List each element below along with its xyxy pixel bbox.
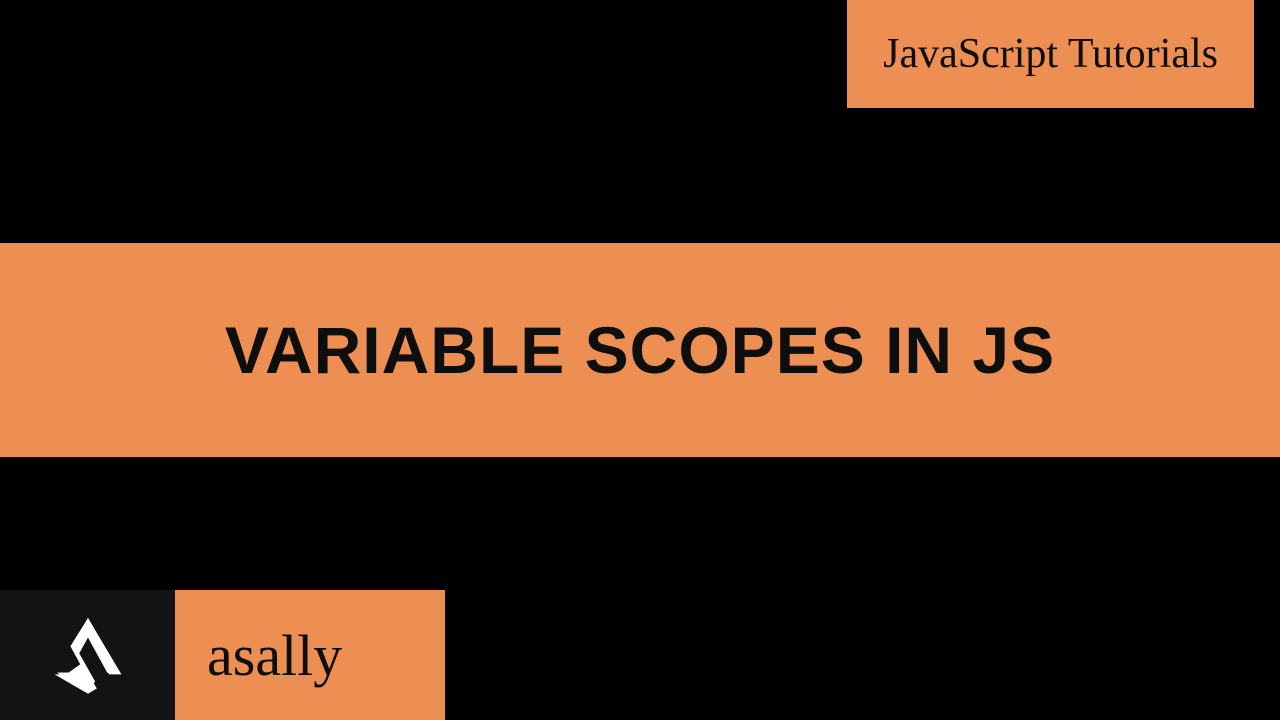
brand-logo-icon <box>44 611 132 699</box>
title-bar: VARIABLE SCOPES IN JS <box>0 243 1280 457</box>
brand-badge: asally <box>175 590 445 720</box>
category-label: JavaScript Tutorials <box>883 31 1218 77</box>
logo-container <box>0 590 175 720</box>
brand-name: asally <box>207 622 342 689</box>
footer: asally <box>0 590 445 720</box>
page-title: VARIABLE SCOPES IN JS <box>225 312 1055 388</box>
category-badge: JavaScript Tutorials <box>847 0 1254 108</box>
